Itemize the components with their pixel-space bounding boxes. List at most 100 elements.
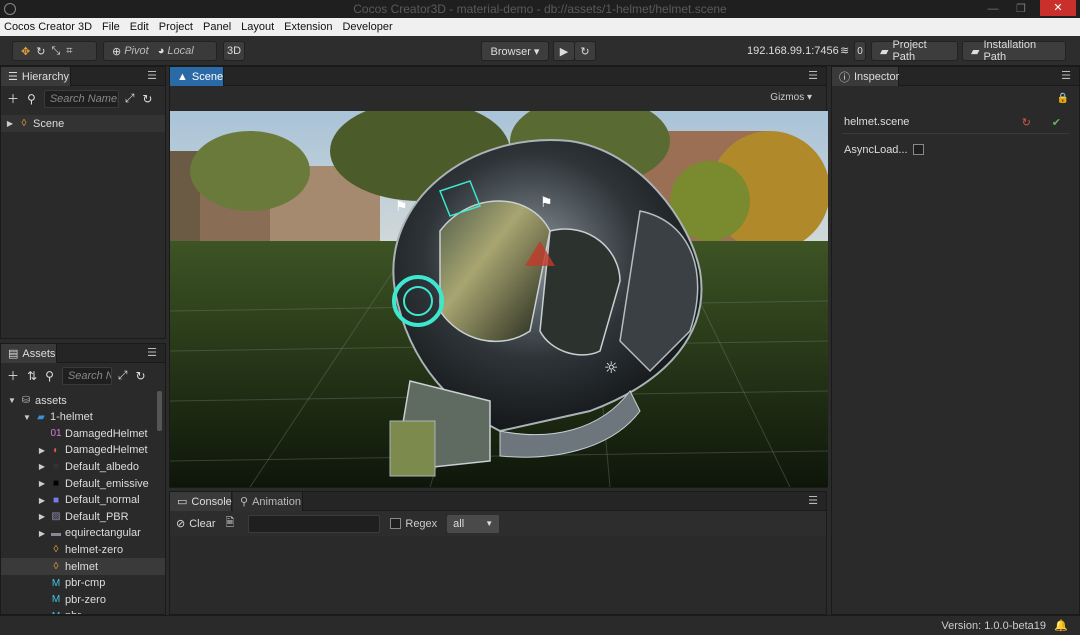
globe-icon[interactable]: ◕ (158, 45, 165, 57)
rect-tool-icon[interactable]: ⌗ (66, 45, 72, 58)
regex-checkbox[interactable] (390, 518, 402, 529)
mode-3d-button[interactable]: 3D (223, 41, 245, 61)
asset-item[interactable]: ▼ ⛁ assets (1, 392, 165, 409)
expand-icon[interactable]: ⤢ (125, 91, 135, 106)
asset-item[interactable]: Mpbr-cmp (1, 575, 165, 592)
asset-item[interactable]: Mpbr (1, 608, 165, 614)
browser-dropdown[interactable]: Browser ▾ (481, 41, 549, 61)
expand-arrow-icon[interactable]: ▶ (37, 529, 47, 538)
assets-icon: ▤ (8, 348, 19, 360)
project-path-button[interactable]: ▰ Project Path (871, 39, 958, 63)
asset-item-label: helmet (65, 560, 99, 573)
search-icon[interactable]: ⚲ (45, 369, 54, 383)
panel-menu-icon[interactable]: ☰ (808, 494, 818, 507)
apply-icon[interactable]: ✔ (1052, 116, 1061, 129)
tab-scene[interactable]: ▲ Scene (170, 67, 224, 86)
refresh-button[interactable]: ↻ (574, 41, 596, 61)
assets-scrollbar[interactable] (157, 391, 162, 431)
maximize-button[interactable]: ❐ (1010, 0, 1032, 18)
console-tab-label: Console (191, 495, 232, 508)
scene-icon: ◊ (53, 544, 59, 556)
hierarchy-search-input[interactable]: Search Name... (43, 89, 119, 108)
asset-item[interactable]: ▶ ▨ Default_PBR (1, 508, 165, 525)
tab-inspector[interactable]: ⓘ Inspector (832, 67, 899, 86)
expand-arrow-icon[interactable]: ▶ (37, 462, 47, 471)
expand-arrow-icon[interactable]: ▶ (37, 446, 47, 455)
expand-arrow-icon[interactable]: ▶ (37, 496, 47, 505)
assets-header: ▤ Assets ☰ (1, 344, 165, 363)
inspector-tab-label: Inspector (854, 70, 900, 83)
minimize-button[interactable]: — (982, 0, 1004, 18)
tab-assets[interactable]: ▤ Assets (1, 344, 57, 363)
move-tool-icon[interactable]: ✥ (21, 45, 30, 58)
asset-item[interactable]: ▼ ▰ 1-helmet (1, 409, 165, 426)
log-level-value: all (453, 517, 465, 530)
svg-text:☼: ☼ (604, 358, 618, 377)
bell-icon[interactable]: 🔔 (1054, 619, 1068, 632)
asset-item[interactable]: ▶ ▬ equirectangular (1, 525, 165, 542)
asset-item[interactable]: ▶ ■ Default_emissive (1, 475, 165, 492)
clear-button[interactable]: Clear (189, 518, 215, 530)
rotate-tool-icon[interactable]: ↻ (36, 45, 45, 58)
asset-item-label: pbr-cmp (65, 577, 106, 590)
tex-blue-icon: ■ (52, 494, 60, 506)
asset-item[interactable]: ◊ helmet-zero (1, 541, 165, 558)
menu-edit[interactable]: Edit (130, 21, 149, 33)
expand-arrow-icon[interactable]: ▶ (37, 479, 47, 488)
play-button[interactable]: ▶ (553, 41, 575, 61)
panel-menu-icon[interactable]: ☰ (147, 346, 157, 359)
asset-item-label: equirectangular (65, 527, 141, 540)
db-icon: ⛁ (21, 395, 31, 406)
expand-arrow-icon[interactable]: ▼ (7, 396, 17, 405)
revert-icon[interactable]: ↻ (1022, 116, 1031, 129)
hierarchy-panel: ☰ Hierarchy ☰ ＋ ⚲ Search Name... ⤢ ↻ ▶ ◊… (0, 66, 166, 339)
tab-animation[interactable]: ⚲ Animation (233, 492, 303, 511)
add-icon[interactable]: ＋ (7, 367, 19, 384)
menu-extension[interactable]: Extension (284, 21, 332, 33)
scene-panel: ▲ Scene ☰ Gizmos ▾ ⚑ ⚑ ☼ (169, 66, 828, 488)
installation-path-button[interactable]: ▰ Installation Path (962, 39, 1066, 63)
menu-layout[interactable]: Layout (241, 21, 274, 33)
sort-icon[interactable]: ⇅ (27, 369, 37, 383)
gizmos-dropdown[interactable]: Gizmos ▾ (770, 92, 812, 103)
search-icon[interactable]: ⚲ (27, 92, 36, 106)
file-icon[interactable]: 🗎 (226, 514, 235, 533)
close-button[interactable]: ✕ (1040, 0, 1076, 16)
refresh-icon[interactable]: ↻ (135, 369, 145, 383)
expand-arrow-icon[interactable]: ▼ (22, 413, 32, 422)
expand-arrow-icon[interactable]: ▶ (5, 119, 15, 128)
scene-viewport[interactable]: ⚑ ⚑ ☼ (170, 111, 828, 487)
menu-file[interactable]: File (102, 21, 120, 33)
tab-hierarchy[interactable]: ☰ Hierarchy (1, 67, 71, 86)
expand-arrow-icon[interactable]: ▶ (37, 512, 47, 521)
menu-developer[interactable]: Developer (342, 21, 392, 33)
asset-item[interactable]: ▶ ■ Default_albedo (1, 458, 165, 475)
asset-item[interactable]: ▶ ■ Default_normal (1, 492, 165, 509)
pivot-icon[interactable]: ⊕ (112, 45, 121, 58)
asset-item-label: pbr-zero (65, 593, 106, 606)
console-filter-input[interactable] (248, 514, 381, 533)
menu-app[interactable]: Cocos Creator 3D (4, 21, 92, 33)
scene-tab-icon: ▲ (177, 70, 188, 83)
asset-item[interactable]: 01 DamagedHelmet (1, 425, 165, 442)
asset-item[interactable]: ◊ helmet (1, 558, 165, 575)
menu-project[interactable]: Project (159, 21, 193, 33)
local-toggle[interactable]: Local (167, 45, 193, 57)
scene-node[interactable]: ▶ ◊ Scene (1, 115, 165, 132)
scale-tool-icon[interactable]: ⤡ (51, 45, 60, 58)
asset-item[interactable]: ▶ ◐ DamagedHelmet (1, 442, 165, 459)
menu-panel[interactable]: Panel (203, 21, 231, 33)
panel-menu-icon[interactable]: ☰ (147, 69, 157, 82)
pivot-toggle[interactable]: Pivot (124, 45, 148, 57)
log-level-select[interactable]: all ▼ (447, 514, 500, 533)
expand-icon[interactable]: ⤢ (118, 368, 128, 383)
tab-console[interactable]: ▭ Console (170, 492, 232, 511)
add-icon[interactable]: ＋ (7, 90, 19, 107)
asset-item[interactable]: Mpbr-zero (1, 591, 165, 608)
panel-menu-icon[interactable]: ☰ (1061, 69, 1071, 82)
refresh-icon[interactable]: ↻ (142, 92, 152, 106)
assets-search-input[interactable]: Search N (61, 366, 112, 385)
lock-icon[interactable]: 🔒 (1057, 93, 1069, 104)
panel-menu-icon[interactable]: ☰ (808, 69, 818, 82)
async-load-checkbox[interactable] (913, 144, 924, 155)
